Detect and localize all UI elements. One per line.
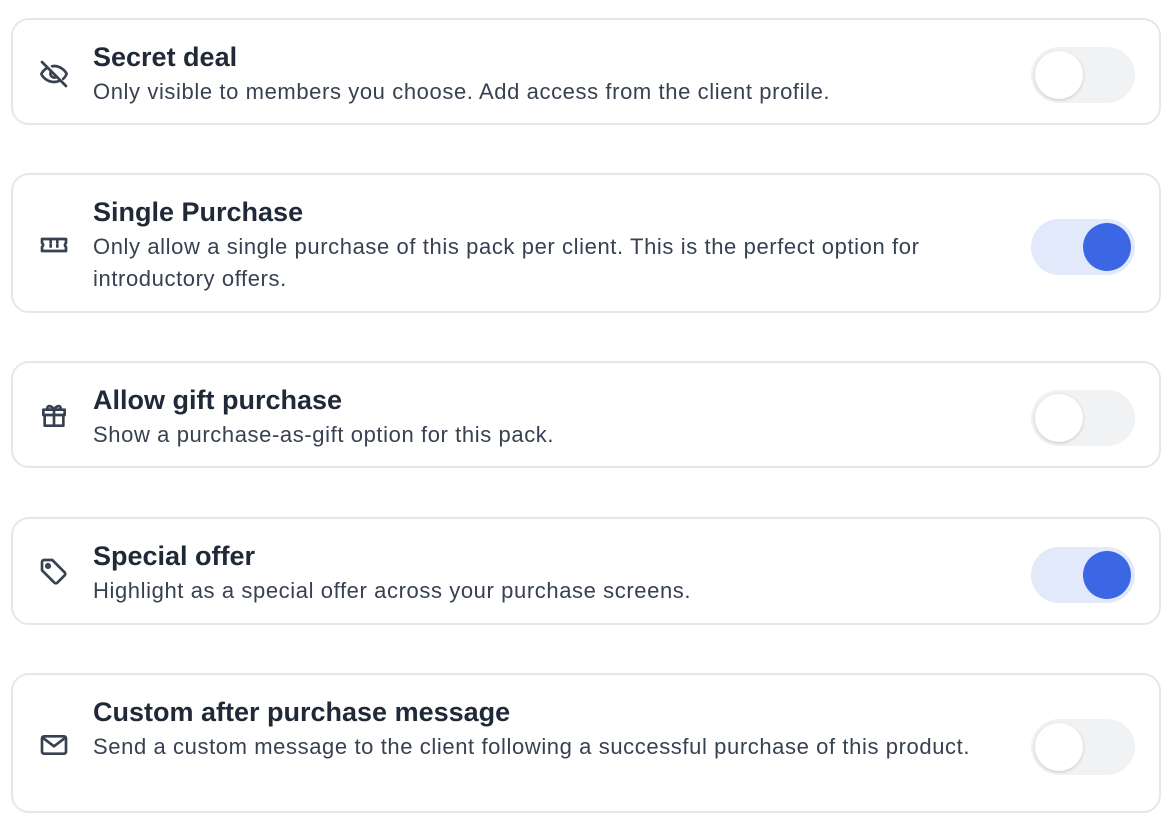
- option-text: Secret deal Only visible to members you …: [93, 40, 1013, 108]
- option-title: Secret deal: [93, 42, 238, 72]
- gift-icon: [37, 398, 71, 432]
- toggle-knob: [1035, 394, 1083, 442]
- toggle-knob: [1035, 723, 1083, 771]
- option-title: Allow gift purchase: [93, 385, 343, 415]
- single-purchase-toggle[interactable]: [1031, 219, 1135, 275]
- custom-message-toggle[interactable]: [1031, 719, 1135, 775]
- option-card-special-offer: Special offer Highlight as a special off…: [11, 517, 1161, 625]
- option-card-single-purchase: Single Purchase Only allow a single purc…: [11, 173, 1161, 313]
- option-title: Single Purchase: [93, 197, 304, 227]
- option-description: Send a custom message to the client foll…: [93, 734, 971, 759]
- eye-off-icon: [37, 57, 71, 91]
- ticket-icon: [37, 228, 71, 262]
- option-title: Special offer: [93, 541, 256, 571]
- toggle-knob: [1035, 51, 1083, 99]
- option-text: Single Purchase Only allow a single purc…: [93, 195, 1013, 295]
- tag-icon: [37, 555, 71, 589]
- option-text: Allow gift purchase Show a purchase-as-g…: [93, 383, 1013, 451]
- special-offer-toggle[interactable]: [1031, 547, 1135, 603]
- mail-icon: [37, 728, 71, 762]
- option-description: Highlight as a special offer across your…: [93, 578, 692, 603]
- option-card-custom-message: Custom after purchase message Send a cus…: [11, 673, 1161, 813]
- gift-purchase-toggle[interactable]: [1031, 390, 1135, 446]
- toggle-knob: [1083, 223, 1131, 271]
- toggle-knob: [1083, 551, 1131, 599]
- option-card-secret-deal: Secret deal Only visible to members you …: [11, 18, 1161, 125]
- option-title: Custom after purchase message: [93, 697, 511, 727]
- option-card-gift-purchase: Allow gift purchase Show a purchase-as-g…: [11, 361, 1161, 468]
- option-text: Special offer Highlight as a special off…: [93, 539, 1013, 607]
- option-text: Custom after purchase message Send a cus…: [93, 695, 1013, 763]
- option-description: Only allow a single purchase of this pac…: [93, 234, 920, 291]
- option-description: Only visible to members you choose. Add …: [93, 79, 831, 104]
- option-description: Show a purchase-as-gift option for this …: [93, 422, 555, 447]
- secret-deal-toggle[interactable]: [1031, 47, 1135, 103]
